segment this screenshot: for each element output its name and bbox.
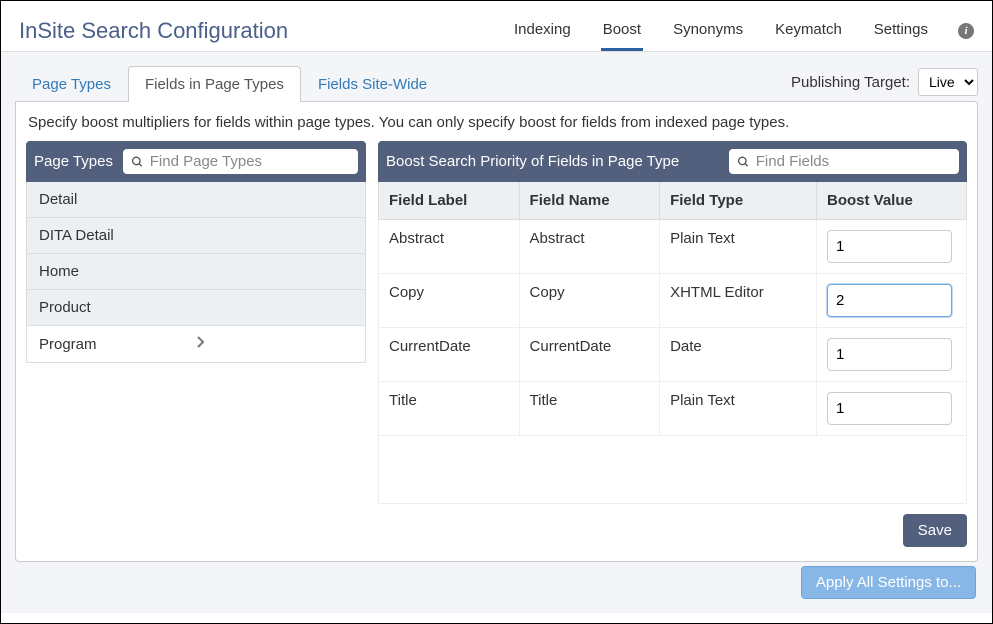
fields-label: Boost Search Priority of Fields in Page … xyxy=(386,153,719,170)
cell-field-label: Title xyxy=(379,382,520,436)
top-nav: Indexing Boost Synonyms Keymatch Setting… xyxy=(512,11,974,51)
table-header-row: Field Label Field Name Field Type Boost … xyxy=(379,182,967,220)
col-field-label: Field Label xyxy=(379,182,520,220)
cell-field-name: Copy xyxy=(519,274,660,328)
cell-field-label: CurrentDate xyxy=(379,328,520,382)
col-field-name: Field Name xyxy=(519,182,660,220)
cell-field-name: CurrentDate xyxy=(519,328,660,382)
info-icon[interactable]: i xyxy=(958,23,974,39)
chevron-right-icon xyxy=(196,335,353,353)
publishing-target-control: Publishing Target: Live xyxy=(791,68,978,102)
cell-boost-value xyxy=(817,220,967,274)
cell-boost-value xyxy=(817,328,967,382)
page-types-header: Page Types xyxy=(26,141,366,182)
nav-synonyms[interactable]: Synonyms xyxy=(671,11,745,51)
table-row: TitleTitlePlain Text xyxy=(379,382,967,436)
apply-all-settings-button[interactable]: Apply All Settings to... xyxy=(801,566,976,599)
page-types-label: Page Types xyxy=(34,153,113,170)
publishing-target-label: Publishing Target: xyxy=(791,74,910,91)
nav-boost[interactable]: Boost xyxy=(601,11,643,51)
cell-field-type: Plain Text xyxy=(660,382,817,436)
table-row: CopyCopyXHTML Editor xyxy=(379,274,967,328)
cell-field-name: Abstract xyxy=(519,220,660,274)
content-area: Page Types Fields in Page Types Fields S… xyxy=(1,52,992,613)
tab-panel: Specify boost multipliers for fields wit… xyxy=(15,101,978,562)
nav-settings[interactable]: Settings xyxy=(872,11,930,51)
cell-field-label: Copy xyxy=(379,274,520,328)
sub-tabs: Page Types Fields in Page Types Fields S… xyxy=(15,66,978,102)
cell-field-type: Date xyxy=(660,328,817,382)
save-button[interactable]: Save xyxy=(903,514,967,547)
tab-fields-site-wide[interactable]: Fields Site-Wide xyxy=(301,66,444,102)
cell-boost-value xyxy=(817,274,967,328)
col-field-type: Field Type xyxy=(660,182,817,220)
search-icon xyxy=(131,155,144,169)
fields-panel: Boost Search Priority of Fields in Page … xyxy=(378,141,967,547)
app-header: InSite Search Configuration Indexing Boo… xyxy=(1,1,992,52)
cell-boost-value xyxy=(817,382,967,436)
publishing-target-select[interactable]: Live xyxy=(918,68,978,96)
page-types-searchbox[interactable] xyxy=(123,149,358,174)
boost-value-input[interactable] xyxy=(827,338,952,371)
page-types-panel: Page Types Detail DITA Detail Home Produ… xyxy=(26,141,366,547)
cell-field-name: Title xyxy=(519,382,660,436)
panel-description: Specify boost multipliers for fields wit… xyxy=(26,112,967,141)
search-icon xyxy=(737,155,750,169)
app-title: InSite Search Configuration xyxy=(19,18,512,44)
page-types-search-input[interactable] xyxy=(150,153,350,170)
boost-value-input[interactable] xyxy=(827,392,952,425)
fields-table: Field Label Field Name Field Type Boost … xyxy=(378,182,967,436)
page-type-item-program[interactable]: Program xyxy=(27,326,365,362)
fields-table-body: AbstractAbstractPlain TextCopyCopyXHTML … xyxy=(379,220,967,436)
boost-value-input[interactable] xyxy=(827,284,952,317)
table-row: CurrentDateCurrentDateDate xyxy=(379,328,967,382)
cell-field-type: Plain Text xyxy=(660,220,817,274)
page-type-item-home[interactable]: Home xyxy=(27,254,365,290)
cell-field-type: XHTML Editor xyxy=(660,274,817,328)
tab-page-types[interactable]: Page Types xyxy=(15,66,128,102)
table-row: AbstractAbstractPlain Text xyxy=(379,220,967,274)
cell-field-label: Abstract xyxy=(379,220,520,274)
fields-header: Boost Search Priority of Fields in Page … xyxy=(378,141,967,182)
nav-indexing[interactable]: Indexing xyxy=(512,11,573,51)
table-empty-space xyxy=(378,436,967,504)
tab-fields-in-page-types[interactable]: Fields in Page Types xyxy=(128,66,301,102)
fields-searchbox[interactable] xyxy=(729,149,959,174)
col-boost-value: Boost Value xyxy=(817,182,967,220)
page-type-item-detail[interactable]: Detail xyxy=(27,182,365,218)
boost-value-input[interactable] xyxy=(827,230,952,263)
page-type-item-product[interactable]: Product xyxy=(27,290,365,326)
page-type-item-dita-detail[interactable]: DITA Detail xyxy=(27,218,365,254)
nav-keymatch[interactable]: Keymatch xyxy=(773,11,844,51)
page-types-list: Detail DITA Detail Home Product Program xyxy=(26,182,366,363)
fields-search-input[interactable] xyxy=(756,153,951,170)
